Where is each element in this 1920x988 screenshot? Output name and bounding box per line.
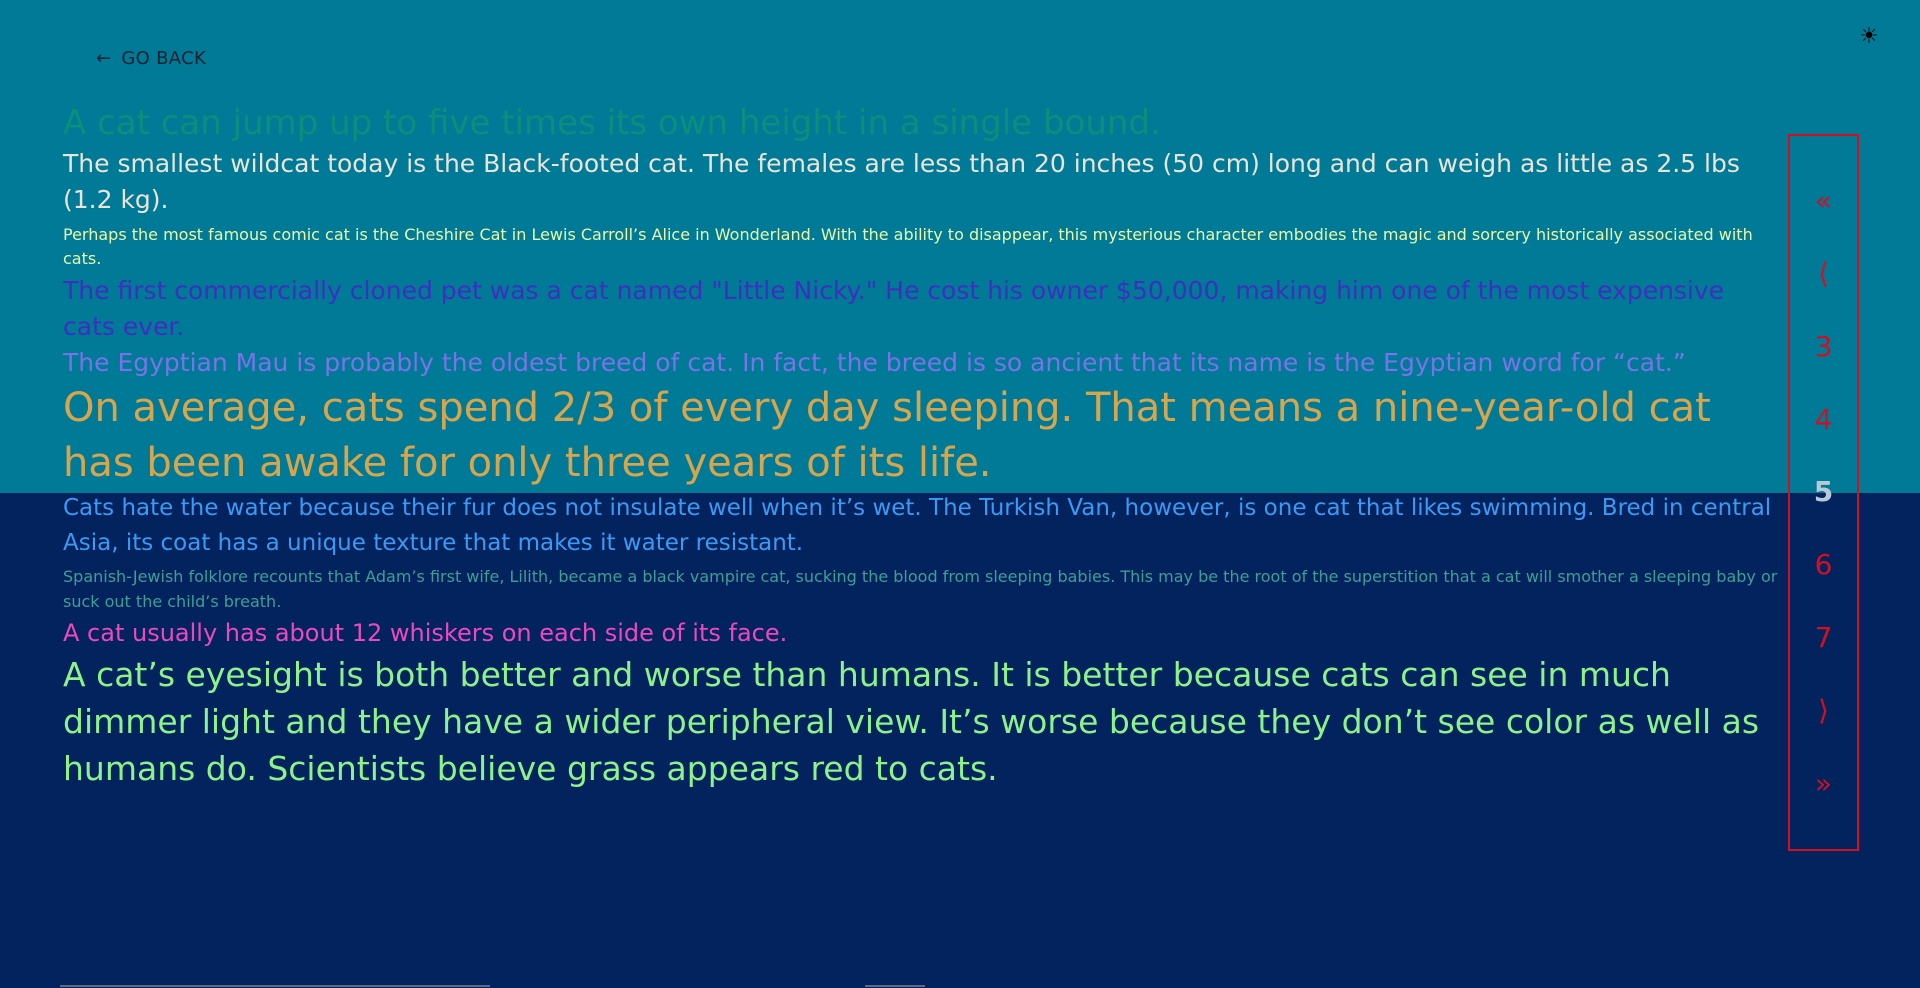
fact-item: A cat can jump up to five times its own … <box>63 103 1161 143</box>
page-4-button[interactable]: 4 <box>1794 400 1854 440</box>
fact-item: A cat’s eyesight is both better and wors… <box>63 655 1760 788</box>
last-page-button[interactable]: » <box>1794 764 1854 804</box>
page-5-button-current[interactable]: 5 <box>1794 472 1854 512</box>
go-back-label: GO BACK <box>121 48 207 69</box>
arrow-left-icon: ← <box>96 47 112 69</box>
first-page-button[interactable]: « <box>1794 181 1854 221</box>
bottom-divider <box>865 985 925 987</box>
fact-item: Cats hate the water because their fur do… <box>63 495 1772 556</box>
page-3-button[interactable]: 3 <box>1794 327 1854 367</box>
fact-item: The Egyptian Mau is probably the oldest … <box>63 348 1686 377</box>
fact-item: The smallest wildcat today is the Black-… <box>63 149 1740 214</box>
page-6-button[interactable]: 6 <box>1794 545 1854 585</box>
fact-item: On average, cats spend 2/3 of every day … <box>63 385 1711 486</box>
fact-item: Spanish-Jewish folklore recounts that Ad… <box>63 567 1778 611</box>
pagination: « ⟨ 3 4 5 6 7 ⟩ » <box>1788 134 1859 851</box>
bottom-divider <box>60 985 490 987</box>
next-page-button[interactable]: ⟩ <box>1794 691 1854 731</box>
go-back-button[interactable]: ← GO BACK <box>96 48 206 69</box>
cat-facts-list: A cat can jump up to five times its own … <box>63 100 1783 792</box>
page-7-button[interactable]: 7 <box>1794 618 1854 658</box>
fact-item: Perhaps the most famous comic cat is the… <box>63 225 1753 268</box>
fact-item: The first commercially cloned pet was a … <box>63 276 1725 341</box>
previous-page-button[interactable]: ⟨ <box>1794 254 1854 294</box>
theme-toggle-sun-icon[interactable]: ☀ <box>1856 24 1882 50</box>
fact-item: A cat usually has about 12 whiskers on e… <box>63 619 788 647</box>
